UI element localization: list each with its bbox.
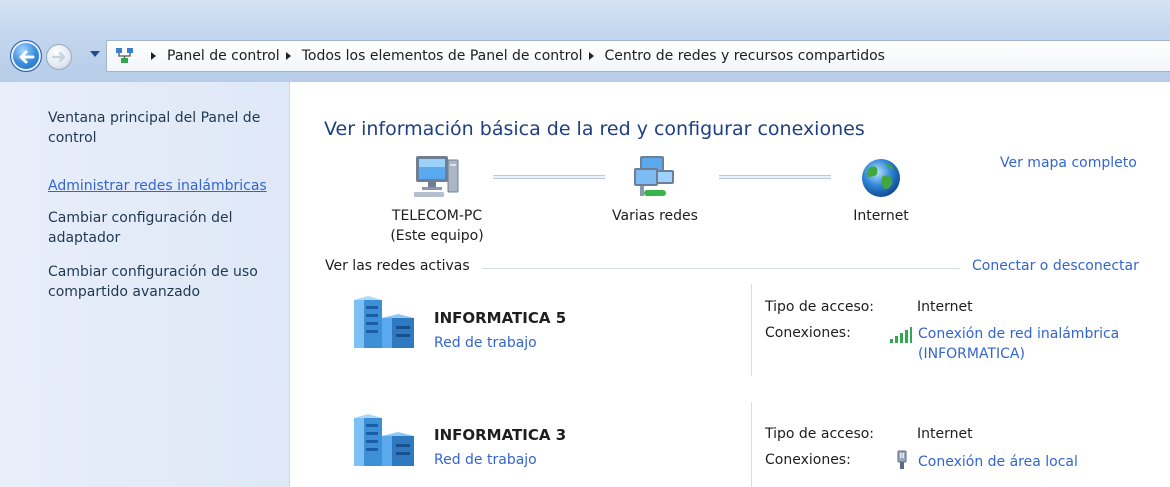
recent-pages-dropdown-icon[interactable] bbox=[90, 51, 100, 57]
connections-label: Conexiones: bbox=[765, 325, 851, 341]
back-arrow-icon bbox=[19, 50, 35, 64]
breadcrumb-arrow-icon[interactable] bbox=[151, 52, 156, 60]
full-map-link[interactable]: Ver mapa completo bbox=[1000, 155, 1137, 171]
page-title: Ver información básica de la red y confi… bbox=[324, 118, 865, 140]
forward-button[interactable] bbox=[46, 44, 72, 70]
connections-label: Conexiones: bbox=[765, 452, 851, 468]
map-node-label-varias-redes: Varias redes bbox=[612, 208, 698, 224]
breadcrumb-arrow-icon[interactable] bbox=[285, 52, 291, 60]
address-bar[interactable]: Panel de control Todos los elementos de … bbox=[106, 40, 1170, 72]
access-type-label: Tipo de acceso: bbox=[765, 299, 875, 315]
sidebar-item-cambiar-adaptador[interactable]: Cambiar configuración del adaptador bbox=[48, 208, 280, 248]
sidebar-item-uso-compartido[interactable]: Cambiar configuración de uso compartido … bbox=[48, 262, 280, 302]
connect-disconnect-link[interactable]: Conectar o desconectar bbox=[972, 258, 1139, 274]
vertical-divider bbox=[751, 284, 752, 376]
forward-arrow-icon bbox=[51, 51, 66, 63]
active-networks-label: Ver las redes activas bbox=[325, 258, 470, 274]
back-button[interactable] bbox=[10, 40, 42, 72]
map-node-sublabel-este-equipo: (Este equipo) bbox=[390, 228, 484, 244]
building-network-icon bbox=[354, 414, 414, 466]
network-center-icon bbox=[116, 48, 133, 63]
breadcrumb-item-todos-los-elementos[interactable]: Todos los elementos de Panel de control bbox=[302, 48, 583, 64]
wifi-signal-icon bbox=[890, 327, 912, 343]
breadcrumb-item-panel-de-control[interactable]: Panel de control bbox=[167, 48, 280, 64]
network-type-link[interactable]: Red de trabajo bbox=[434, 452, 537, 468]
access-type-value: Internet bbox=[917, 426, 973, 442]
vertical-divider bbox=[751, 402, 752, 487]
network-name: INFORMATICA 3 bbox=[434, 426, 567, 444]
sidebar-item-ventana-principal[interactable]: Ventana principal del Panel de control bbox=[48, 108, 280, 148]
ethernet-plug-icon bbox=[897, 450, 907, 469]
network-name: INFORMATICA 5 bbox=[434, 309, 567, 327]
breadcrumb-item-centro-de-redes[interactable]: Centro de redes y recursos compartidos bbox=[605, 48, 885, 64]
building-network-icon bbox=[354, 296, 414, 348]
globe-icon[interactable] bbox=[859, 156, 903, 200]
computer-icon[interactable] bbox=[412, 152, 462, 200]
map-node-label-internet: Internet bbox=[853, 208, 909, 224]
multiple-networks-icon[interactable] bbox=[630, 154, 680, 200]
section-divider bbox=[482, 268, 960, 269]
network-type-link[interactable]: Red de trabajo bbox=[434, 335, 537, 351]
map-connector bbox=[493, 175, 605, 179]
map-connector bbox=[719, 175, 831, 179]
sidebar-item-administrar-redes[interactable]: Administrar redes inalámbricas bbox=[48, 176, 280, 196]
wireless-connection-detail[interactable]: (INFORMATICA) bbox=[918, 344, 1025, 364]
access-type-value: Internet bbox=[917, 299, 973, 315]
breadcrumb: Panel de control Todos los elementos de … bbox=[145, 41, 885, 71]
wireless-connection-link[interactable]: Conexión de red inalámbrica bbox=[918, 324, 1119, 344]
access-type-label: Tipo de acceso: bbox=[765, 426, 875, 442]
map-node-label-telecom: TELECOM-PC bbox=[391, 208, 483, 224]
navigation-bar: Panel de control Todos los elementos de … bbox=[0, 0, 1170, 82]
local-area-connection-link[interactable]: Conexión de área local bbox=[918, 452, 1078, 472]
breadcrumb-arrow-icon[interactable] bbox=[588, 52, 594, 60]
